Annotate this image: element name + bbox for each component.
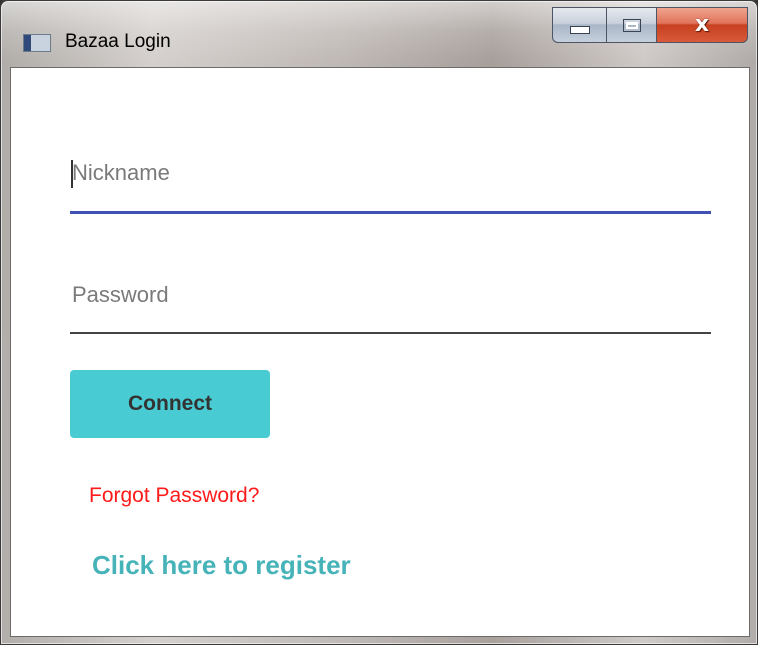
- nickname-underline: [70, 211, 711, 214]
- maximize-icon: [622, 18, 641, 32]
- nickname-field[interactable]: [70, 138, 711, 208]
- password-field[interactable]: [70, 260, 711, 330]
- nickname-field-container: [70, 138, 711, 214]
- window-title: Bazaa Login: [65, 31, 171, 52]
- connect-button[interactable]: Connect: [70, 370, 270, 438]
- minimize-icon: [569, 26, 590, 34]
- maximize-button[interactable]: [606, 7, 656, 43]
- password-underline: [70, 332, 711, 334]
- register-link[interactable]: Click here to register: [92, 550, 351, 581]
- close-icon: x: [694, 12, 710, 37]
- app-window-icon[interactable]: [23, 34, 51, 52]
- title-bar[interactable]: Bazaa Login x: [1, 1, 757, 67]
- minimize-button[interactable]: [552, 7, 606, 43]
- forgot-password-link[interactable]: Forgot Password?: [89, 484, 259, 508]
- login-window: Bazaa Login x Connect Forgot Password? C…: [0, 0, 758, 645]
- text-caret: [71, 160, 73, 188]
- caption-buttons: x: [552, 7, 748, 47]
- login-form: Connect Forgot Password? Click here to r…: [10, 67, 750, 637]
- password-field-container: [70, 260, 711, 334]
- close-button[interactable]: x: [656, 7, 748, 43]
